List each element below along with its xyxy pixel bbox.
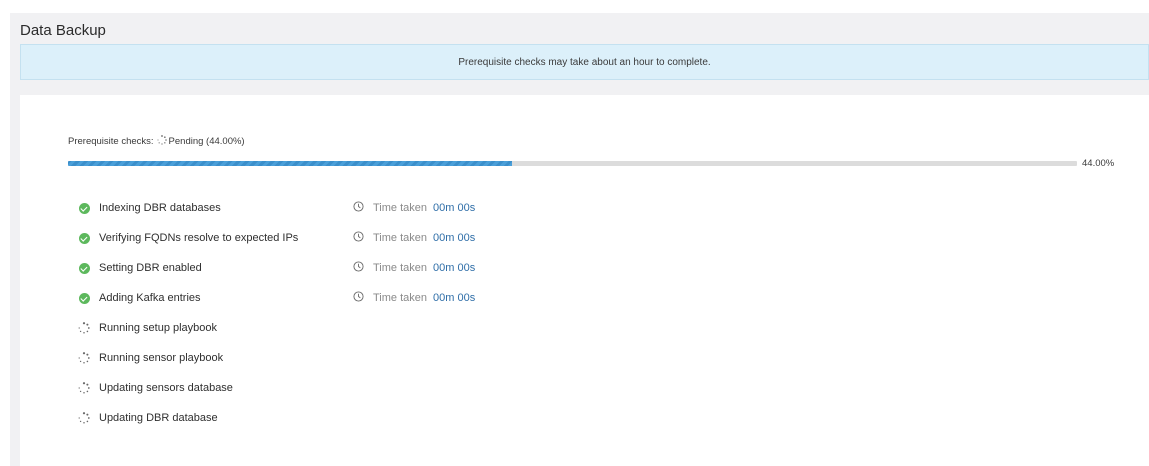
clock-icon	[353, 291, 364, 305]
progress-bar-fill	[68, 161, 512, 166]
spinner-icon	[78, 322, 90, 334]
clock-icon	[353, 201, 364, 215]
spinner-icon	[78, 352, 90, 364]
time-taken-label: Time taken	[373, 202, 428, 214]
time-taken-value: 00m 00s	[433, 292, 476, 304]
time-taken-label: Time taken	[373, 262, 428, 274]
step-label: Updating sensors database	[99, 382, 233, 394]
banner-message: Prerequisite checks may take about an ho…	[458, 56, 711, 68]
step-time: Time taken 00m 00s	[353, 291, 475, 305]
step-list: Indexing DBR databases Time taken 00m 00s V…	[78, 193, 678, 433]
clock-icon	[353, 231, 364, 245]
check-circle-icon	[78, 232, 90, 244]
step-label: Adding Kafka entries	[99, 292, 201, 304]
step-label: Indexing DBR databases	[99, 202, 221, 214]
page-shell: Data Backup Prerequisite checks may take…	[10, 13, 1149, 466]
time-taken-value: 00m 00s	[433, 202, 476, 214]
progress-card: Prerequisite checks: Pending (44.00%) 44…	[20, 95, 1149, 466]
step-row: Updating sensors database	[78, 373, 678, 403]
time-taken-label: Time taken	[373, 232, 428, 244]
step-label: Updating DBR database	[99, 412, 218, 424]
spinner-icon	[78, 382, 90, 394]
step-row: Adding Kafka entries Time taken 00m 00s	[78, 283, 678, 313]
step-row: Running setup playbook	[78, 313, 678, 343]
time-taken-value: 00m 00s	[433, 232, 476, 244]
step-label: Verifying FQDNs resolve to expected IPs	[99, 232, 299, 244]
page-title: Data Backup	[20, 22, 106, 39]
step-label: Running setup playbook	[99, 322, 218, 334]
step-time: Time taken 00m 00s	[353, 201, 475, 215]
check-circle-icon	[78, 262, 90, 274]
step-label: Running sensor playbook	[99, 352, 224, 364]
step-row: Running sensor playbook	[78, 343, 678, 373]
step-row: Verifying FQDNs resolve to expected IPs T…	[78, 223, 678, 253]
top-gap	[0, 0, 1149, 13]
check-circle-icon	[78, 202, 90, 214]
time-taken-value: 00m 00s	[433, 262, 476, 274]
time-taken-label: Time taken	[373, 292, 428, 304]
status-prefix: Prerequisite checks:	[68, 136, 154, 147]
step-row: Setting DBR enabled Time taken 00m 00s	[78, 253, 678, 283]
spinner-icon	[78, 412, 90, 424]
step-row: Updating DBR database	[78, 403, 678, 433]
status-state: Pending (44.00%)	[168, 136, 245, 147]
step-label: Setting DBR enabled	[99, 262, 202, 274]
progress-percent-label: 44.00%	[1082, 158, 1115, 169]
spinner-icon	[157, 135, 167, 148]
clock-icon	[353, 261, 364, 275]
check-circle-icon	[78, 292, 90, 304]
prerequisite-status: Prerequisite checks: Pending (44.00%)	[68, 135, 245, 148]
info-banner: Prerequisite checks may take about an ho…	[20, 44, 1149, 80]
progress-bar	[68, 161, 1077, 166]
step-row: Indexing DBR databases Time taken 00m 00s	[78, 193, 678, 223]
step-time: Time taken 00m 00s	[353, 231, 475, 245]
step-time: Time taken 00m 00s	[353, 261, 475, 275]
